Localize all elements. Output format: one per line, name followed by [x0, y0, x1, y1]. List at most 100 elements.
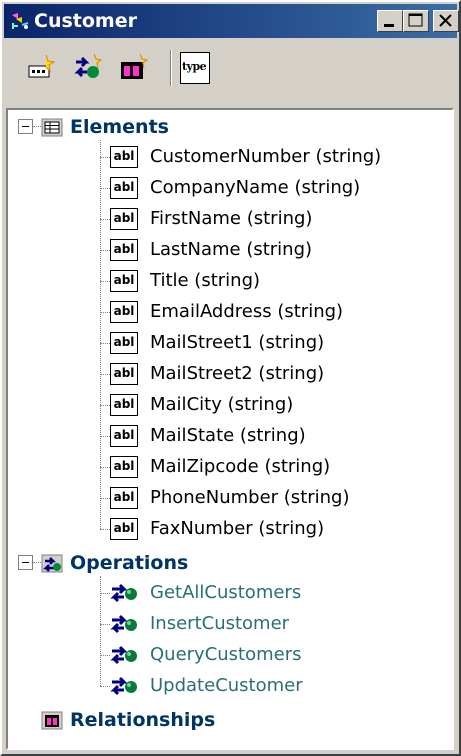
string-field-icon: abl [110, 270, 138, 292]
tree-connector [100, 529, 110, 530]
tree-item-element[interactable]: abl MailCity (string) [100, 392, 440, 423]
tree-item-operation[interactable]: UpdateCustomer [100, 673, 440, 704]
tree-item-element[interactable]: abl FirstName (string) [100, 206, 440, 237]
customer-window: Customer type Elements abl CustomerNumbe… [0, 0, 461, 756]
tree-group-relationships[interactable]: Relationships [12, 705, 432, 737]
element-label: MailCity (string) [150, 394, 294, 415]
window-title: Customer [34, 10, 137, 32]
add-element-button[interactable] [26, 52, 56, 82]
minimize-button[interactable] [377, 10, 403, 32]
tree-group-operations[interactable]: Operations [12, 548, 432, 580]
operation-icon [110, 645, 137, 665]
tree-connector [100, 312, 110, 313]
tree-connector [100, 655, 110, 656]
tree-item-element[interactable]: abl Title (string) [100, 268, 440, 299]
title-bar[interactable]: Customer [4, 4, 459, 38]
tree-connector [100, 686, 110, 687]
tree-item-operation[interactable]: InsertCustomer [100, 611, 440, 642]
elements-folder-icon [41, 118, 63, 137]
tree-connector [100, 343, 110, 344]
element-label: FaxNumber (string) [150, 518, 325, 539]
string-field-icon: abl [110, 425, 138, 447]
operation-label: UpdateCustomer [150, 675, 303, 696]
toolbar-separator [170, 50, 172, 86]
add-operation-icon [74, 53, 102, 78]
add-relationship-icon [121, 53, 148, 79]
tree-connector [100, 140, 101, 529]
string-field-icon: abl [110, 177, 138, 199]
element-label: CustomerNumber (string) [150, 146, 382, 167]
tree-item-element[interactable]: abl MailStreet1 (string) [100, 330, 440, 361]
tree-group-elements[interactable]: Elements [12, 112, 432, 144]
tree-connector [100, 467, 110, 468]
tree-connector [100, 281, 110, 282]
operation-icon [110, 583, 137, 603]
close-icon [439, 14, 452, 27]
element-label: CompanyName (string) [150, 177, 361, 198]
string-field-icon: abl [110, 363, 138, 385]
tree-group-label: Operations [70, 552, 189, 574]
operation-icon [110, 676, 137, 696]
tree-connector [33, 562, 41, 563]
type-button[interactable]: type [180, 52, 210, 84]
element-label: LastName (string) [150, 239, 313, 260]
tree-item-operation[interactable]: QueryCustomers [100, 642, 440, 673]
toolbar: type [4, 40, 457, 100]
string-field-icon: abl [110, 487, 138, 509]
tree-connector [100, 250, 110, 251]
operation-icon [110, 614, 137, 634]
tree-group-label: Elements [70, 116, 169, 138]
tree-item-element[interactable]: abl EmailAddress (string) [100, 299, 440, 330]
tree-connector [100, 593, 110, 594]
string-field-icon: abl [110, 239, 138, 261]
tree-item-element[interactable]: abl MailZipcode (string) [100, 454, 440, 485]
tree-connector [100, 219, 110, 220]
element-label: Title (string) [150, 270, 261, 291]
element-label: PhoneNumber (string) [150, 487, 350, 508]
tree-item-element[interactable]: abl PhoneNumber (string) [100, 485, 440, 516]
minimize-icon [384, 24, 394, 27]
tree-item-element[interactable]: abl LastName (string) [100, 237, 440, 268]
collapse-icon[interactable] [18, 555, 33, 570]
type-icon: type [182, 60, 207, 73]
tree-connector [100, 624, 110, 625]
schema-tree[interactable]: Elements abl CustomerNumber (string) abl Com… [6, 108, 454, 750]
tree-connector [100, 374, 110, 375]
tree-connector [100, 188, 110, 189]
operations-folder-icon [41, 554, 63, 573]
string-field-icon: abl [110, 456, 138, 478]
tree-connector [33, 126, 41, 127]
string-field-icon: abl [110, 208, 138, 230]
tree-item-operation[interactable]: GetAllCustomers [100, 580, 440, 611]
element-label: EmailAddress (string) [150, 301, 344, 322]
tree-connector [100, 498, 110, 499]
maximize-icon [408, 13, 423, 27]
element-label: FirstName (string) [150, 208, 313, 229]
element-label: MailStreet1 (string) [150, 332, 325, 353]
operation-label: GetAllCustomers [150, 582, 302, 603]
string-field-icon: abl [110, 518, 138, 540]
maximize-button[interactable] [403, 10, 429, 32]
relationships-folder-icon [41, 711, 63, 730]
tree-item-element[interactable]: abl CustomerNumber (string) [100, 144, 440, 175]
operation-label: InsertCustomer [150, 613, 290, 634]
element-label: MailZipcode (string) [150, 456, 331, 477]
add-relationship-button[interactable] [118, 52, 148, 82]
element-label: MailState (string) [150, 425, 306, 446]
tree-connector [100, 405, 110, 406]
close-button[interactable] [433, 10, 459, 32]
element-label: MailStreet2 (string) [150, 363, 325, 384]
tree-item-element[interactable]: abl MailStreet2 (string) [100, 361, 440, 392]
tree-item-element[interactable]: abl CompanyName (string) [100, 175, 440, 206]
tree-item-element[interactable]: abl FaxNumber (string) [100, 516, 440, 547]
tree-item-element[interactable]: abl MailState (string) [100, 423, 440, 454]
tree-connector [100, 157, 110, 158]
collapse-icon[interactable] [18, 119, 33, 134]
add-element-icon [28, 54, 56, 78]
string-field-icon: abl [110, 332, 138, 354]
string-field-icon: abl [110, 146, 138, 168]
entity-icon [12, 13, 29, 29]
operation-label: QueryCustomers [150, 644, 302, 665]
string-field-icon: abl [110, 301, 138, 323]
add-operation-button[interactable] [72, 52, 102, 82]
